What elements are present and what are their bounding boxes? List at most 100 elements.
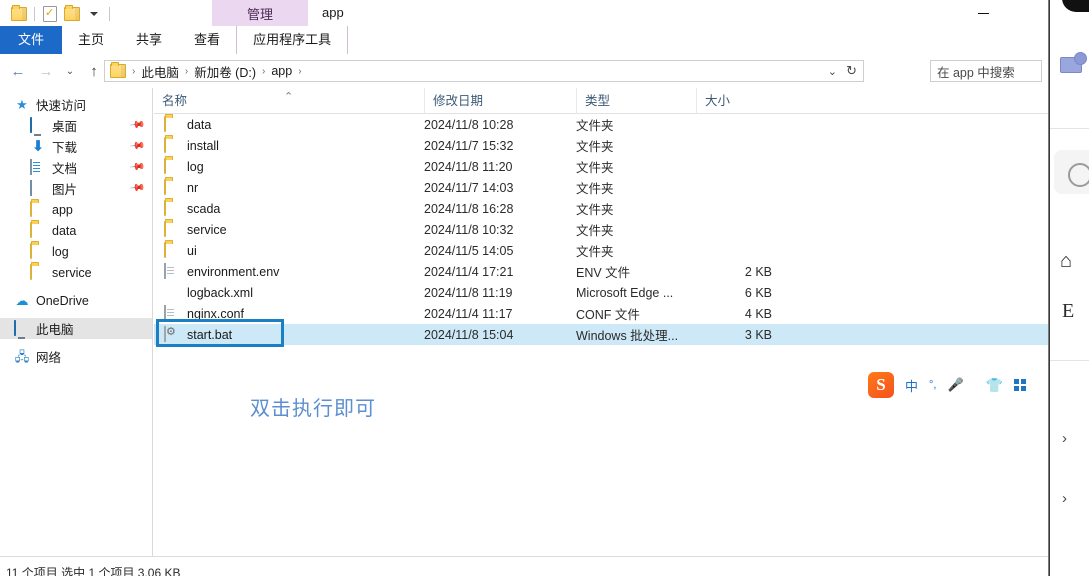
tab-view[interactable]: 查看 [178,26,236,54]
new-folder-icon[interactable] [61,4,83,24]
sidebar-item-documents[interactable]: 文档 📌 [0,157,152,178]
breadcrumb-item-app[interactable]: app [267,64,296,78]
tab-file[interactable]: 文件 [0,26,63,54]
tab-share[interactable]: 共享 [120,26,178,54]
sidebar-item-log[interactable]: log [0,241,152,262]
file-size-cell: 2 KB [744,264,772,279]
table-row[interactable]: nginx.conf 2024/11/4 11:17 CONF 文件 4 KB [154,303,1048,324]
skin-icon[interactable]: 👕 [986,377,1003,394]
voice-input-icon[interactable]: 🎤 [947,377,963,393]
breadcrumb-item-this-pc[interactable]: 此电脑 [137,62,183,81]
column-header-type[interactable]: 类型 [576,87,696,114]
breadcrumb-separator-2: › [262,65,266,77]
column-header-name[interactable]: 名称 ⌃ [154,88,424,114]
divider [1050,128,1089,129]
table-row[interactable]: data 2024/11/8 10:28 文件夹 [154,114,1048,135]
folder-icon [30,200,46,218]
chevron-right-icon[interactable]: › [1062,430,1067,447]
pin-icon: 📌 [128,159,146,176]
table-row[interactable]: logback.xml 2024/11/8 11:19 Microsoft Ed… [154,282,1048,303]
punctuation-icon[interactable]: °, [929,379,936,391]
window-title: app [322,5,344,20]
tab-application-tools[interactable]: 应用程序工具 [236,26,349,54]
breadcrumb-separator-0: › [132,65,136,77]
table-row[interactable]: scada 2024/11/8 16:28 文件夹 [154,198,1048,219]
sidebar-item-pictures[interactable]: 图片 📌 [0,178,152,199]
toolbox-icon[interactable] [1014,379,1027,391]
sidebar-item-app[interactable]: app [0,199,152,220]
letter-e-icon[interactable]: E [1062,300,1074,323]
forward-icon[interactable]: → [32,54,60,88]
sidebar-item-this-pc[interactable]: 此电脑 [0,318,152,339]
download-icon: ⬇ [31,137,45,155]
address-folder-icon [110,62,126,78]
file-type-cell: 文件夹 [576,245,614,259]
column-header-date[interactable]: 修改日期 [424,87,576,114]
table-row[interactable]: log 2024/11/8 11:20 文件夹 [154,156,1048,177]
breadcrumb-item-drive-d[interactable]: 新加卷 (D:) [190,62,260,81]
address-bar: ← → ⌄ ↑ › 此电脑 › 新加卷 (D:) › app › ⌄ ↻ 在 a… [0,54,1048,88]
people-icon [1060,52,1087,73]
search-icon[interactable] [1068,163,1089,187]
sidebar-item-quick-access[interactable]: ★ 快速访问 [0,94,152,115]
breadcrumb-separator-3: › [298,65,302,77]
text-file-icon [164,262,180,280]
cloud-icon: ☁ [15,292,29,308]
folder-icon [30,263,46,281]
table-row[interactable]: environment.env 2024/11/4 17:21 ENV 文件 2… [154,261,1048,282]
sidebar-item-label: OneDrive [36,293,89,308]
sidebar-item-network[interactable]: 🖧 网络 [0,346,152,367]
file-name-label: logback.xml [187,285,253,300]
sidebar-item-label: 快速访问 [36,99,87,113]
file-name-label: start.bat [187,327,233,342]
navigation-buttons: ← → ⌄ ↑ [4,54,108,88]
sidebar-item-data[interactable]: data [0,220,152,241]
sidebar-item-label: log [52,244,69,259]
column-header-size[interactable]: 大小 [696,87,772,114]
sidebar-item-desktop[interactable]: 桌面 📌 [0,115,152,136]
recent-locations-icon[interactable]: ⌄ [60,54,80,88]
breadcrumb: › 此电脑 › 新加卷 (D:) › app › [130,62,304,81]
table-row[interactable]: ui 2024/11/5 14:05 文件夹 [154,240,1048,261]
folder-icon[interactable] [8,4,30,24]
sidebar-item-onedrive[interactable]: ☁ OneDrive [0,290,152,311]
background-app-strip: ⌂ E › › [1049,0,1089,576]
sidebar-item-label: service [52,265,92,280]
sidebar-item-downloads[interactable]: ⬇ 下载 📌 [0,136,152,157]
pictures-icon [30,179,46,197]
sogou-logo-icon[interactable]: S [868,372,894,398]
chevron-down-icon[interactable]: ⌄ [828,65,837,78]
file-name-cell: start.bat [154,325,424,343]
documents-icon [30,158,46,176]
home-icon[interactable]: ⌂ [1060,250,1072,273]
properties-icon[interactable] [39,4,61,24]
tab-home[interactable]: 主页 [62,26,120,54]
pin-icon: 📌 [128,180,146,197]
refresh-icon[interactable]: ↻ [846,63,857,79]
table-row[interactable]: nr 2024/11/7 14:03 文件夹 [154,177,1048,198]
table-row[interactable]: service 2024/11/8 10:32 文件夹 [154,219,1048,240]
sidebar-item-service[interactable]: service [0,262,152,283]
file-date-cell: 2024/11/8 10:28 [424,117,514,132]
breadcrumb-separator-1: › [184,65,189,77]
file-name-cell: nginx.conf [154,304,424,322]
customize-caret-icon[interactable] [83,4,105,24]
file-date-cell: 2024/11/8 11:20 [424,159,513,174]
table-row-selected[interactable]: start.bat 2024/11/8 15:04 Windows 批处理...… [154,319,1048,347]
file-date-cell: 2024/11/7 14:03 [424,180,514,195]
sidebar-item-label: app [52,202,73,217]
sidebar-item-label: 图片 [52,183,78,197]
file-name-label: log [187,159,204,174]
file-type-cell: 文件夹 [576,161,614,175]
table-row[interactable]: install 2024/11/7 15:32 文件夹 [154,135,1048,156]
minimize-button[interactable] [960,0,1006,26]
chinese-mode-icon[interactable]: 中 [905,376,918,395]
ribbon-tabs: 文件 主页 共享 查看 应用程序工具 [0,26,349,54]
back-icon[interactable]: ← [4,54,32,88]
address-field[interactable]: › 此电脑 › 新加卷 (D:) › app › ⌄ ↻ [104,60,864,82]
file-date-cell: 2024/11/8 15:04 [424,327,514,342]
search-input[interactable]: 在 app 中搜索 [930,60,1042,82]
chevron-right-icon-2[interactable]: › [1062,490,1067,507]
navigation-pane: ★ 快速访问 桌面 📌 ⬇ 下载 📌 文档 📌 图片 📌 app data lo… [0,88,153,556]
folder-icon [164,199,180,217]
